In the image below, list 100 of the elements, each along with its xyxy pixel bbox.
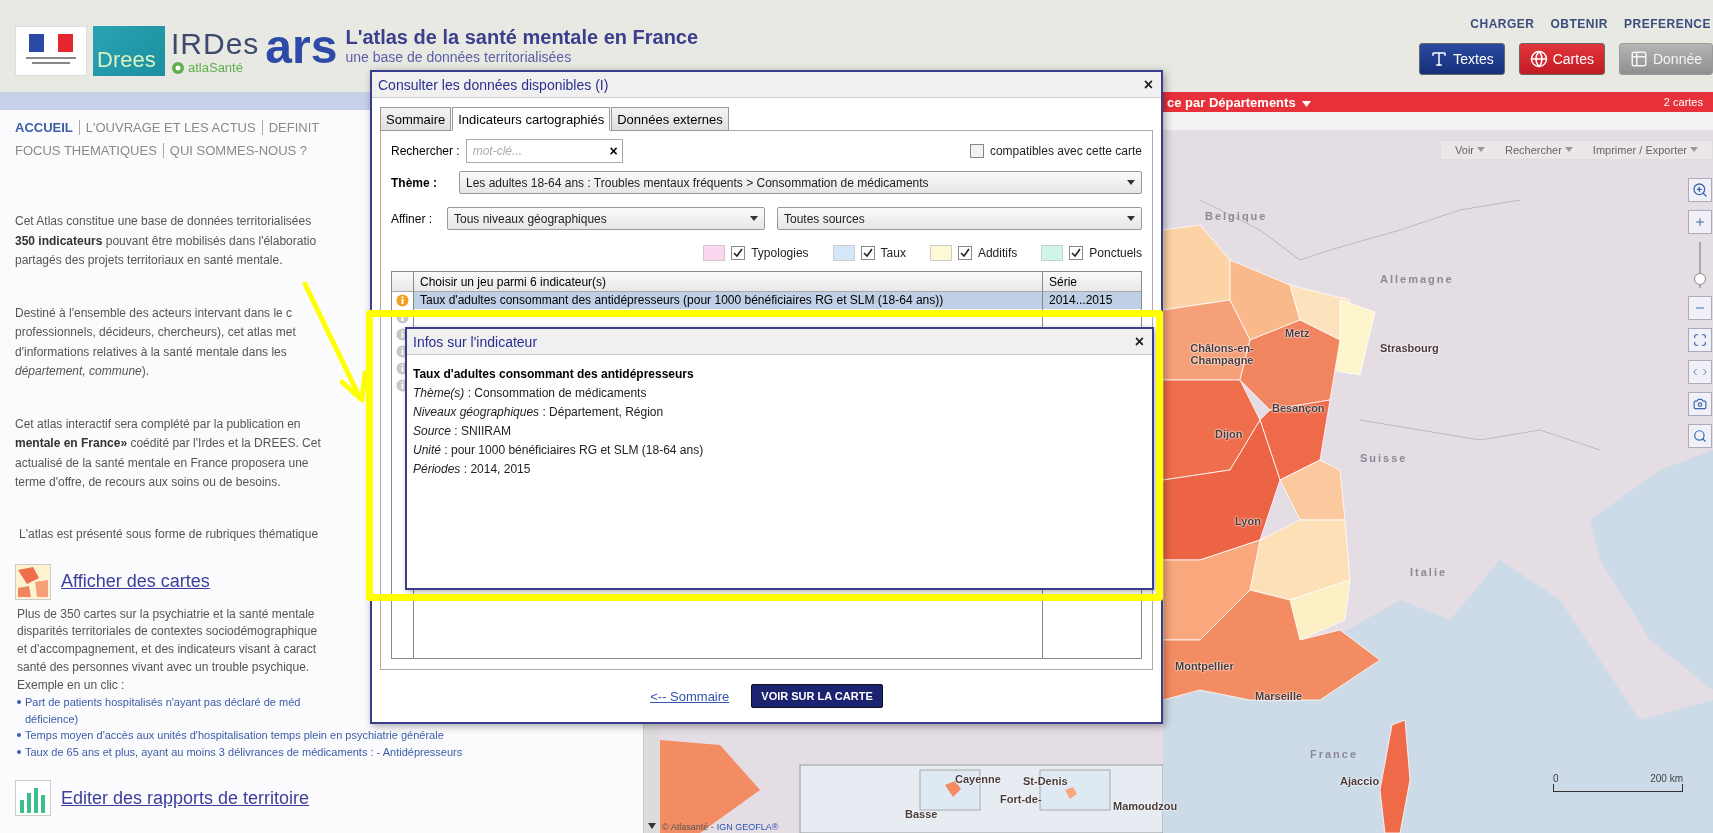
city-label: Ajaccio — [1340, 775, 1380, 787]
city-label: Mamoudzou — [1113, 800, 1178, 812]
checkbox-label: compatibles avec cette carte — [989, 144, 1142, 158]
map-theme-title[interactable]: ce par Départements — [1167, 94, 1311, 110]
menu-link[interactable]: PREFERENCE — [1624, 17, 1711, 31]
country-label: Belgique — [1205, 210, 1268, 222]
city-label: Besançon — [1272, 402, 1325, 414]
example-link[interactable]: Temps moyen d'accès aux unités d'hospitalisation temps plein en psychiatrie générale — [25, 727, 444, 744]
fullscreen-icon — [1693, 333, 1707, 347]
caret-icon — [1127, 180, 1135, 185]
map-credit: © Atlasanté - — [662, 822, 714, 832]
checkbox[interactable] — [731, 246, 746, 260]
chevron-left-icon — [1690, 367, 1700, 377]
plus-icon — [1694, 216, 1706, 228]
checkbox-label: Ponctuels — [1089, 246, 1142, 260]
search-field[interactable]: mot-clé... × — [465, 139, 623, 163]
city-label: St-Denis — [1023, 775, 1068, 787]
caret-icon — [1127, 216, 1135, 221]
source-select[interactable]: Toutes sources — [777, 207, 1142, 230]
tab[interactable]: Sommaire — [380, 107, 452, 131]
bullet-icon — [17, 700, 21, 705]
menu-link[interactable]: OBTENIR — [1550, 17, 1608, 31]
menu-link[interactable]: CHARGER — [1470, 17, 1535, 31]
indicator-detail: Thème(s) : Consommation de médicaments — [413, 385, 648, 402]
close-button[interactable]: × — [1132, 333, 1146, 350]
caret-icon — [750, 216, 758, 221]
map-menu-button[interactable]: Imprimer / Exporter — [1584, 144, 1706, 156]
column-header: Choisir un jeu parmi 6 indicateur(s) — [414, 272, 1042, 292]
chevron-right-icon — [1700, 367, 1710, 377]
slider-thumb[interactable] — [1694, 272, 1706, 285]
city-label: Cayenne — [955, 773, 1001, 785]
checkbox[interactable] — [957, 246, 972, 260]
country-label: Suisse — [1360, 452, 1408, 464]
search-button[interactable] — [1688, 424, 1712, 448]
irdes-logo: IRDes — [171, 28, 260, 60]
drees-logo: Drees — [93, 26, 165, 76]
city-label: Montpellier — [1175, 660, 1234, 672]
atlasante-logo: atlaSanté — [188, 60, 243, 75]
back-link[interactable]: <-- Sommaire — [650, 688, 730, 704]
popup-title: Infos sur l'indicateur — [413, 333, 538, 350]
section-link[interactable]: Afficher des cartes — [61, 571, 210, 592]
checkbox-label: Additifs — [977, 246, 1018, 260]
atlasante-icon — [171, 60, 185, 75]
nav-link[interactable]: ACCUEIL — [15, 120, 79, 135]
example-link[interactable]: Taux de 65 ans et plus, ayant au moins 3 délivrances de médicaments : - Antidépresseurs — [25, 744, 463, 761]
show-on-map-button[interactable]: VOIR SUR LA CARTE — [751, 684, 883, 708]
government-logo — [15, 26, 87, 76]
country-label: Allemagne — [1380, 273, 1454, 285]
letter-icon — [1430, 50, 1449, 68]
dialog-title: Consulter les données disponibles (I) — [378, 76, 609, 93]
tab[interactable]: Indicateurs cartographiés — [452, 107, 611, 131]
nav-link[interactable]: QUI SOMMES-NOUS ? — [162, 143, 314, 158]
caret-icon — [1477, 147, 1485, 153]
theme-select[interactable]: Les adultes 18-64 ans : Troubles mentaux fréquents > Consommation de médicaments — [459, 171, 1142, 194]
level-select[interactable]: Tous niveaux géographiques — [447, 207, 765, 230]
zoom-box-button[interactable] — [1688, 178, 1712, 202]
checkbox[interactable] — [969, 144, 984, 158]
checkmark-icon — [1071, 248, 1082, 258]
scale-label: 0 — [1553, 773, 1559, 784]
camera-button[interactable] — [1688, 392, 1712, 416]
checkmark-icon — [862, 248, 873, 258]
mode-button[interactable]: Cartes — [1518, 43, 1605, 75]
section-link[interactable]: Editer des rapports de territoire — [61, 788, 310, 809]
table-cell: 2014...2015 — [1043, 292, 1141, 309]
checkbox[interactable] — [1069, 246, 1084, 260]
tab[interactable]: Données externes — [611, 107, 729, 131]
table-icon — [1629, 50, 1648, 68]
city-label: Strasbourg — [1380, 342, 1439, 354]
bullet-icon — [17, 733, 21, 738]
site-subtitle: une base de données territorialisées — [345, 49, 573, 65]
checkbox-label: Taux — [880, 246, 906, 260]
site-title: L'atlas de la santé mentale en France — [345, 26, 699, 49]
mode-button[interactable]: Textes — [1419, 43, 1505, 75]
map-count: 2 cartes — [1663, 96, 1703, 108]
example-label: Exemple en un clic : — [17, 676, 126, 694]
table-cell[interactable]: Taux d'adultes consommant des antidépresseurs (pour 1000 bénéficiaires RG et SLM (18-64 ans)) — [414, 292, 1042, 309]
indicator-detail: Périodes : 2014, 2015 — [413, 461, 532, 478]
intro-paragraph: Cet atlas interactif sera complété par la publication en mentale en France» coédité par l'Irdes et la DREES. Cet actualisé de la santé mentale en France proposera une terme d'offre, de recours aux soins ou de besoins. — [15, 415, 321, 491]
camera-icon — [1693, 397, 1707, 411]
indicator-detail: Source : SNIIRAM — [413, 423, 513, 440]
field-label: Affiner : — [391, 211, 434, 226]
section-description: Plus de 350 cartes sur la psychiatrie et la santé mentale disparités territoriales de contextes sociodémographique et d'accompagnement, et des indicateurs visant à caract santé des personnes vivant avec un trouble psychique. — [17, 605, 318, 676]
clear-button[interactable]: × — [609, 143, 618, 159]
checkbox[interactable] — [860, 246, 875, 260]
city-label: Châlons-en-Champagne — [1189, 342, 1255, 366]
map-menu-button[interactable]: Rechercher — [1497, 144, 1581, 156]
nav-link[interactable]: FOCUS THEMATIQUES — [15, 143, 163, 158]
bullet-icon — [17, 750, 21, 754]
example-link[interactable]: Part de patients hospitalisés n'ayant pas déclaré de méd déficience) — [25, 694, 301, 728]
map-menu-button[interactable]: Voir — [1447, 144, 1493, 156]
country-label: France — [1310, 748, 1359, 760]
caret-icon — [1690, 147, 1698, 153]
credit-link[interactable]: IGN GEOFLA® — [716, 822, 779, 832]
indicator-title: Taux d'adultes consommant des antidépresseurs — [413, 366, 695, 383]
indicator-detail: Unité : pour 1000 bénéficiaires RG et SLM (18-64 ans) — [413, 442, 705, 459]
close-button[interactable]: × — [1141, 76, 1155, 93]
checkmark-icon — [733, 248, 744, 258]
header-cell — [392, 272, 413, 292]
intro-paragraph: Cet Atlas constitue une base de données territorialisées 350 indicateurs pouvant être mobilisés dans l'élaboratio partagés des projets territoriaux en santé mentale. — [15, 213, 317, 269]
fullscreen-button[interactable] — [1688, 328, 1712, 352]
